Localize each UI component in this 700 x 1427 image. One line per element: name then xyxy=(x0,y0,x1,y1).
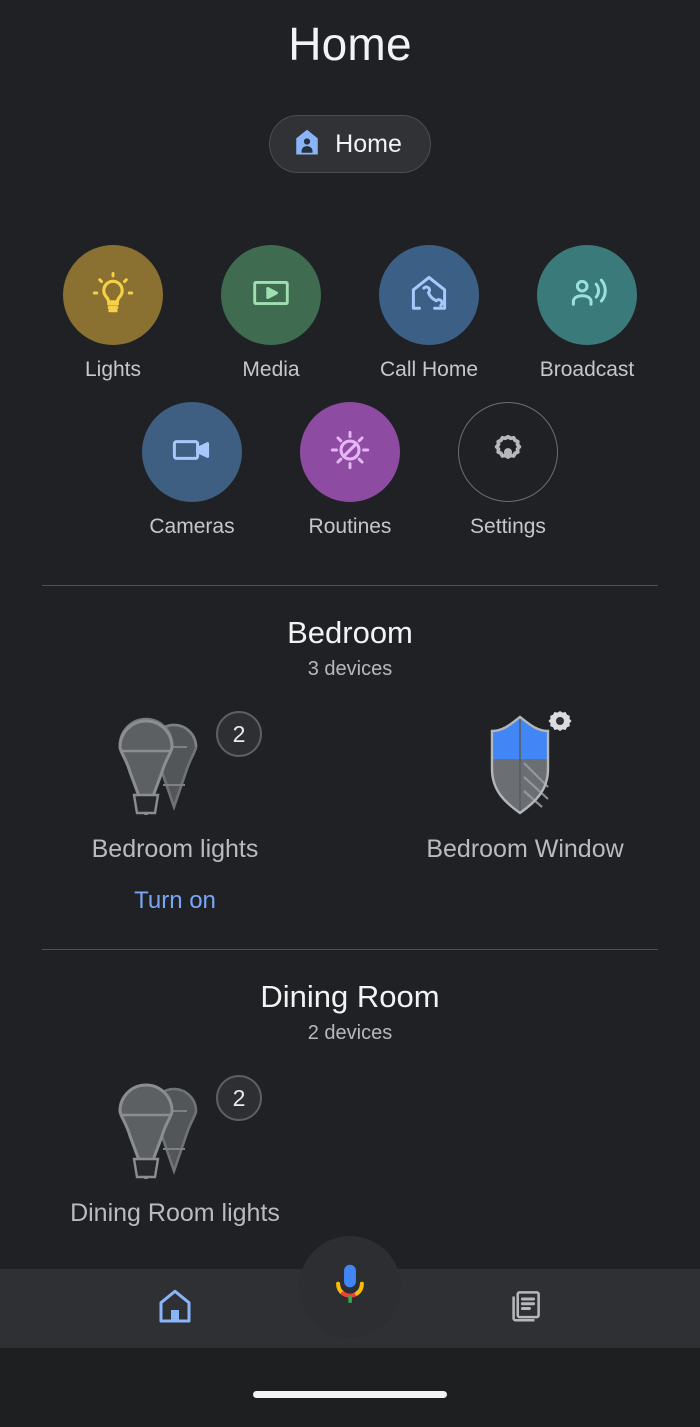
video-camera-icon xyxy=(168,426,216,479)
page-title: Home xyxy=(288,18,412,70)
room-title: Dining Room xyxy=(260,979,440,1014)
device-name: Bedroom Window xyxy=(426,835,624,863)
device-tile-bedroom-window[interactable]: Bedroom Window xyxy=(350,705,700,915)
device-list: 2 Dining Room lights xyxy=(0,1069,700,1228)
device-tile-dining-room-lights[interactable]: 2 Dining Room lights xyxy=(0,1069,350,1228)
nav-item-home[interactable] xyxy=(0,1286,350,1331)
home-icon xyxy=(155,1286,195,1331)
google-assistant-mic-icon xyxy=(328,1260,372,1315)
quick-action-label: Call Home xyxy=(379,358,479,381)
device-badge-count: 2 xyxy=(216,711,262,757)
room-device-count: 2 devices xyxy=(307,1022,393,1044)
feed-icon xyxy=(506,1287,544,1330)
quick-actions: Lights Media Call Home Broadcast Cameras… xyxy=(0,245,700,539)
routines-sun-icon xyxy=(325,425,375,480)
gear-icon xyxy=(487,429,529,476)
quick-action-settings[interactable]: Settings xyxy=(451,402,565,539)
call-home-icon xyxy=(405,269,453,322)
device-tile-placeholder xyxy=(350,1069,700,1228)
media-circle xyxy=(221,245,321,345)
quick-action-lights[interactable]: Lights xyxy=(56,245,170,382)
quick-action-label: Lights xyxy=(84,358,142,381)
device-artwork: 2 xyxy=(80,705,270,819)
device-artwork: 2 xyxy=(80,1069,270,1183)
quick-action-cameras[interactable]: Cameras xyxy=(135,402,249,539)
quick-action-label: Broadcast xyxy=(539,358,635,381)
system-gesture-area xyxy=(0,1348,700,1427)
cameras-circle xyxy=(142,402,242,502)
home-selector-label: Home xyxy=(335,129,402,158)
home-selector-chip[interactable]: Home xyxy=(269,115,431,173)
shield-gear-icon xyxy=(460,703,590,820)
quick-action-label: Settings xyxy=(470,515,546,538)
settings-circle xyxy=(458,402,558,502)
quick-action-media[interactable]: Media xyxy=(214,245,328,382)
device-artwork xyxy=(430,705,620,817)
call-home-circle xyxy=(379,245,479,345)
quick-actions-row-2: Cameras Routines Settings xyxy=(40,402,660,539)
quick-action-routines[interactable]: Routines xyxy=(293,402,407,539)
quick-action-label: Media xyxy=(242,358,300,381)
broadcast-icon xyxy=(563,269,611,322)
home-person-icon xyxy=(292,126,322,163)
lightbulb-icon xyxy=(88,268,138,323)
lights-circle xyxy=(63,245,163,345)
quick-action-broadcast[interactable]: Broadcast xyxy=(530,245,644,382)
broadcast-circle xyxy=(537,245,637,345)
gesture-handle[interactable] xyxy=(253,1391,447,1398)
room-device-count: 3 devices xyxy=(307,658,393,680)
home-selector-row: Home xyxy=(0,115,700,173)
room-title: Bedroom xyxy=(287,615,413,650)
room-section-bedroom: Bedroom 3 devices 2 Bedroom lights Turn … xyxy=(0,586,700,915)
device-list: 2 Bedroom lights Turn on Bedroom Window xyxy=(0,705,700,915)
device-name: Dining Room lights xyxy=(70,1199,280,1227)
device-badge-count: 2 xyxy=(216,1075,262,1121)
device-tile-bedroom-lights[interactable]: 2 Bedroom lights Turn on xyxy=(0,705,350,915)
device-name: Bedroom lights xyxy=(91,835,259,863)
quick-action-call-home[interactable]: Call Home xyxy=(372,245,486,382)
google-assistant-button[interactable] xyxy=(299,1236,401,1338)
device-turn-on-button[interactable]: Turn on xyxy=(134,887,216,915)
nav-item-feed[interactable] xyxy=(350,1287,700,1330)
room-section-dining-room: Dining Room 2 devices 2 Dining Room ligh… xyxy=(0,950,700,1228)
routines-circle xyxy=(300,402,400,502)
quick-action-label: Cameras xyxy=(149,515,235,538)
quick-action-label: Routines xyxy=(308,515,392,538)
quick-actions-row-1: Lights Media Call Home Broadcast xyxy=(40,245,660,382)
home-screen: Home Home Lights Media Call Home Broadca… xyxy=(0,0,700,1427)
media-play-icon xyxy=(248,270,294,321)
